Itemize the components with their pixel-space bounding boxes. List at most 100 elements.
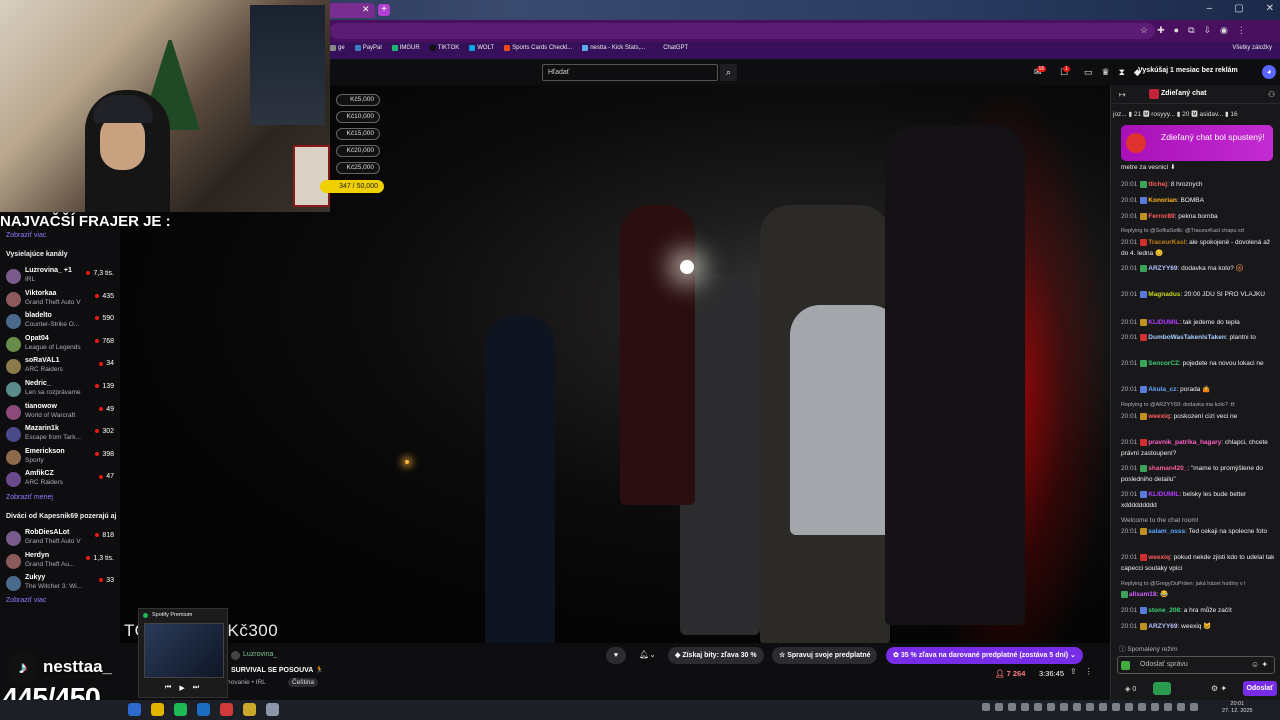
chat-username[interactable]: stone_208 (1148, 607, 1180, 614)
taskbar-clock[interactable]: 20:01 27. 12. 2025 (1222, 701, 1253, 715)
chat-message[interactable]: allsam18: 😂 (1121, 590, 1276, 601)
chat-users-icon[interactable]: ⚇ (1268, 90, 1275, 99)
chat-message[interactable]: 20:01 weexiq: poskození cizí veci ne (1121, 412, 1276, 423)
chat-username[interactable]: Ferror89 (1148, 213, 1174, 220)
chat-username[interactable]: Konorian (1148, 197, 1177, 204)
chat-message[interactable]: 20:01 Magnadus: 20:00 JDU SI PRO VLAJKU (1121, 290, 1276, 301)
chat-username[interactable]: KLIDUMIL (1148, 491, 1179, 498)
manage-sub-button[interactable]: ☆ Spravuj svoje predplatné (772, 647, 878, 664)
chat-username[interactable]: tlichej (1148, 181, 1167, 188)
chat-message[interactable]: 20:01 DumboWasTakenIsTaken: plantni to (1121, 333, 1276, 344)
explorer-icon[interactable] (243, 703, 256, 716)
spotify-taskbar-icon[interactable] (174, 703, 187, 716)
channel-row[interactable]: soRaVAL1 ARC Raiders 34 (6, 357, 118, 379)
tray-icon[interactable] (982, 703, 990, 711)
tray-icon[interactable] (1021, 703, 1029, 711)
collapse-chat-icon[interactable]: ↦ (1119, 90, 1126, 99)
channel-points[interactable]: ◈ 0 (1125, 685, 1136, 693)
crown-icon[interactable]: ♛ (1101, 67, 1109, 78)
tray-icon[interactable] (1086, 703, 1094, 711)
channel-row[interactable]: Herdyn Grand Theft Au... 1,3 tis. (6, 552, 118, 574)
bookmark-wolt[interactable]: WOLT (469, 45, 494, 51)
bookmark-chatgpt[interactable]: ChatGPT (655, 45, 688, 51)
chat-message[interactable]: 20:01 Akula_cz: porada 🤷 (1121, 385, 1276, 396)
show-more-link[interactable]: Zobraziť viac (6, 597, 46, 604)
get-bits-button[interactable]: ◆ Získaj bity: zľava 30 % (668, 647, 764, 664)
chat-message[interactable]: 20:01 Ferror89: pekna bomba (1121, 212, 1276, 223)
chat-username[interactable]: SencorCZ (1148, 360, 1179, 367)
channel-row[interactable]: RobDiesALot Grand Theft Auto V 818 (6, 529, 118, 551)
chat-username[interactable]: weexiq (1148, 554, 1170, 561)
emote-picker-icon[interactable]: ☺ ✦ (1251, 660, 1268, 669)
chat-message[interactable]: 20:01 KLIDUMIL: tak jedeme do tepla (1121, 318, 1276, 329)
tray-icon[interactable] (1177, 703, 1185, 711)
channel-row[interactable]: tianowow World of Warcraft 49 (6, 403, 118, 425)
app-icon[interactable] (266, 703, 279, 716)
chat-message[interactable]: 20:01 Konorian: BOMBA (1121, 196, 1276, 207)
chat-message[interactable]: 20:01 tlichej: 8 hroznych (1121, 180, 1276, 191)
tab-close-icon[interactable]: ✕ (362, 5, 370, 14)
obs-icon[interactable] (220, 703, 233, 716)
chat-message[interactable]: 20:01 SencorCZ: pojedete na novou lokaci … (1121, 359, 1276, 370)
send-chat-button[interactable]: Odoslať (1243, 681, 1277, 696)
chat-message[interactable]: 20:01 salam_osss: Ted cekaji na spolecne … (1121, 527, 1276, 538)
bookmark-paypal[interactable]: PayPal (354, 45, 382, 51)
chat-username[interactable]: Magnadus (1148, 291, 1180, 298)
chat-input-badge-icon[interactable] (1121, 661, 1130, 670)
bookmark[interactable]: ge (330, 45, 345, 51)
previous-icon[interactable]: ⏮︎ (165, 684, 171, 692)
chat-message[interactable]: 20:01 shaman420_: "mame to promýšlene do … (1121, 464, 1276, 485)
play-icon[interactable]: ▶︎ (179, 684, 184, 692)
bookmark-imgur[interactable]: IMGUR (391, 45, 420, 51)
tray-icon[interactable] (1138, 703, 1146, 711)
channel-row[interactable]: Viktorkaa Grand Theft Auto V 435 (6, 290, 118, 312)
channel-row[interactable]: Opat04 League of Legends 768 (6, 335, 118, 357)
search-input[interactable]: Hľadať (542, 64, 718, 81)
menu-icon[interactable]: ⋮ (1237, 25, 1246, 36)
tray-icon[interactable] (1034, 703, 1042, 711)
gift-icon[interactable] (1153, 682, 1171, 695)
tray-icon[interactable] (1073, 703, 1081, 711)
tray-icon[interactable] (1125, 703, 1133, 711)
tray-icon[interactable] (1164, 703, 1172, 711)
tray-icon[interactable] (1099, 703, 1107, 711)
chat-message[interactable]: metre za vesnicí ⬇ (1121, 163, 1276, 174)
chat-settings-icon[interactable]: ⚙ ✦ (1211, 684, 1227, 693)
chat-username[interactable]: DumboWasTakenIsTaken (1148, 334, 1226, 341)
more-options-icon[interactable]: ⋮ (1085, 667, 1093, 676)
chat-message[interactable]: 20:01 ARZYY69: weexiq 🐱 (1121, 622, 1276, 633)
channel-row[interactable]: Emerickson Sporty 398 (6, 448, 118, 470)
tray-icon[interactable] (995, 703, 1003, 711)
bookmark-tiktok[interactable]: TIKTOK (429, 45, 459, 51)
chat-username[interactable]: KLIDUMIL (1148, 319, 1179, 326)
chat-username[interactable]: ARZYY69 (1148, 265, 1177, 272)
channel-row[interactable]: Nedric_ Len sa rozprávame 139 (6, 380, 118, 402)
star-icon[interactable]: ☆ (1140, 25, 1148, 36)
steam-icon[interactable] (197, 703, 210, 716)
notify-bell-icon[interactable]: 🔔︎⌄ (639, 650, 656, 659)
streamer-name[interactable]: Luzrovina_ (243, 651, 277, 658)
url-field[interactable] (330, 23, 1155, 39)
chat-message[interactable]: 20:01 pravnik_patrika_hagary: chlapci, ch… (1121, 438, 1276, 459)
channel-row[interactable]: Luzrovina_ +1 IRL 7,3 tis. (6, 267, 118, 289)
all-bookmarks[interactable]: Všetky záložky (1232, 45, 1272, 51)
tray-icon[interactable] (1060, 703, 1068, 711)
channel-row[interactable]: AmfikCZ ARC Raiders 47 (6, 470, 118, 492)
chat-username[interactable]: Akula_cz (1148, 386, 1176, 393)
chat-message[interactable]: 20:01 TraceurKasl: ale spokojeně - dovole… (1121, 238, 1276, 259)
follow-heart-button[interactable]: ♥ (606, 647, 626, 664)
chat-username[interactable]: allsam18 (1129, 591, 1156, 598)
chat-leaderboard[interactable]: joz... ▮ 21 🅼 rosyyy... ▮ 20 🅼 asidav...… (1113, 108, 1280, 118)
user-avatar[interactable]: ◕ (1262, 65, 1276, 79)
chat-username[interactable]: ARZYY69 (1148, 623, 1177, 630)
show-less-link[interactable]: Zobraziť menej (6, 494, 53, 501)
chat-username[interactable]: salam_osss (1148, 528, 1185, 535)
puzzle-icon[interactable]: ⧉ (1188, 25, 1194, 36)
whisper-icon[interactable]: ▭ (1084, 67, 1093, 78)
chat-username[interactable]: pravnik_patrika_hagary (1148, 439, 1221, 446)
new-tab-button[interactable]: + (378, 4, 390, 16)
streamer-avatar[interactable] (231, 651, 240, 660)
next-icon[interactable]: ⏭︎ (193, 684, 199, 692)
show-more-link[interactable]: Zobraziť viac (6, 232, 46, 239)
bookmark-sports-cards[interactable]: Sports Cards Checkl... (504, 45, 572, 51)
